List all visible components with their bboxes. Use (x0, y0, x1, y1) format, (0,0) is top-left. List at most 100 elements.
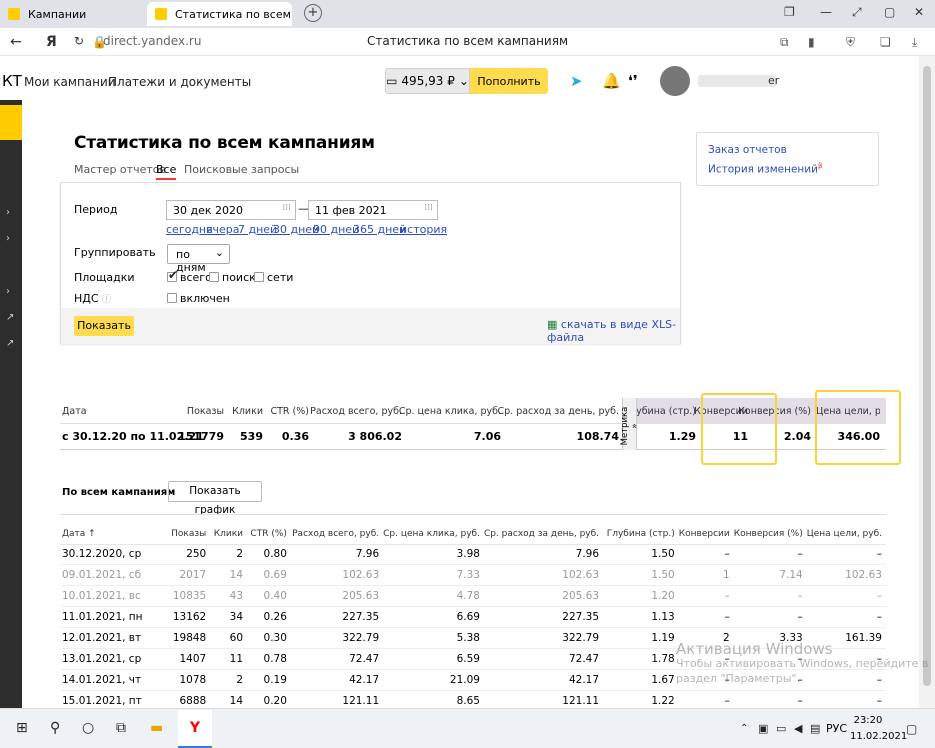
download-icon[interactable]: ⤓ (912, 35, 917, 50)
url-text[interactable]: direct.yandex.ru (103, 34, 201, 48)
balance-dropdown[interactable]: ▭ 495,93 ₽ ⌄ (385, 68, 470, 94)
platform-networks-checkbox[interactable] (254, 272, 264, 282)
tab-all[interactable]: Все (156, 163, 177, 180)
balance-amount: 495,93 ₽ (401, 74, 455, 88)
user-name-blurred[interactable] (698, 75, 776, 87)
change-history-link[interactable]: История измененийβ (708, 162, 822, 176)
table-row: 30.12.2020, ср 250 2 0.80 7.96 3.98 7.96 1.50– –… (60, 544, 886, 566)
summary-cost-total: 3 806.02 (348, 430, 402, 443)
direct-logo[interactable]: КТ (2, 72, 22, 90)
new-tab-button[interactable]: + (304, 4, 322, 22)
notifications-icon[interactable]: ▢ (906, 722, 917, 736)
col-ctr[interactable]: CTR (%) (247, 524, 291, 545)
close-window-icon[interactable]: ✕ (914, 5, 924, 19)
language-indicator[interactable]: РУС (826, 722, 847, 735)
range-yesterday-link[interactable]: вчера (206, 223, 239, 236)
browser-tab-campaigns[interactable]: Кампании (0, 2, 145, 26)
system-clock[interactable]: 23:20 11.02.2021 (850, 713, 907, 745)
table-cell: 1078 (156, 669, 211, 691)
search-icon[interactable]: ⚲ (50, 720, 60, 736)
topup-button[interactable]: Пополнить (470, 68, 548, 94)
send-arrow-icon[interactable]: ➤ (570, 72, 583, 90)
range-history-link[interactable]: история (400, 223, 447, 236)
vat-checkbox[interactable] (167, 293, 177, 303)
col-conversions[interactable]: Конверсии (678, 524, 734, 545)
volume-icon[interactable]: ◀ (794, 722, 802, 735)
network-icon[interactable]: ▭ (776, 722, 786, 735)
col-cost-total[interactable]: Расход всего, руб. (310, 406, 402, 417)
platform-search-checkbox[interactable] (209, 272, 219, 282)
user-name-suffix[interactable]: er (768, 74, 779, 87)
col-clicks[interactable]: Клики (232, 406, 263, 417)
tray-app-icon[interactable]: ▣ (758, 722, 768, 735)
yandex-browser-taskbar-icon[interactable]: Y (178, 710, 212, 748)
section-divider (60, 514, 886, 515)
back-arrow-icon[interactable]: ← (10, 34, 22, 50)
scrollbar-thumb[interactable] (923, 66, 931, 686)
chevron-up-icon[interactable]: ⌃ (740, 723, 748, 734)
col-avg-daily-cost[interactable]: Ср. расход за день, руб. (483, 524, 604, 545)
col-depth[interactable]: Глубина (стр.) (603, 524, 679, 545)
show-graph-button[interactable]: Показать график (168, 481, 262, 516)
col-date[interactable]: Дата (62, 406, 87, 417)
chat-bubbles-icon[interactable]: ❛❜ (628, 72, 638, 90)
col-ctr[interactable]: CTR (%) (271, 406, 310, 417)
download-xls-link[interactable]: ▦ скачать в виде XLS-файла (547, 318, 680, 344)
protect-shield-icon[interactable]: ⛨ (846, 35, 855, 50)
metrika-toggle[interactable]: Метрика » (620, 398, 640, 450)
minimize-window-icon[interactable]: — (820, 5, 832, 19)
restore-window-icon[interactable]: ⤢ (852, 5, 862, 20)
chevron-right-icon[interactable]: › (6, 207, 10, 218)
bookmarks-panel-icon[interactable]: ❐ (784, 5, 795, 19)
range-365days-link[interactable]: 365 дней (353, 223, 406, 236)
external-link-icon[interactable]: ↗ (6, 312, 14, 323)
tab-search-queries[interactable]: Поисковые запросы (184, 163, 299, 176)
col-cost-total[interactable]: Расход всего, руб. (290, 524, 384, 545)
maximize-window-icon[interactable]: ▢ (884, 5, 895, 19)
col-avg-cpc[interactable]: Ср. цена клика, руб. (399, 406, 501, 417)
col-date[interactable]: Дата ↑ (60, 524, 157, 545)
table-cell: 72.47 (290, 648, 384, 670)
help-icon[interactable]: ⓘ (102, 295, 111, 305)
file-explorer-icon[interactable]: ▬ (150, 720, 163, 736)
calendar-icon[interactable]: ⁞⁞⁞ (282, 203, 291, 213)
col-goal-cost[interactable]: Цена цели, руб. (806, 524, 886, 545)
col-avg-cpc[interactable]: Ср. цена клика, руб. (383, 524, 484, 545)
table-cell: 1407 (156, 648, 211, 670)
external-link-icon[interactable]: ↗ (6, 338, 14, 349)
col-conversion-rate[interactable]: Конверсия (%) (733, 524, 807, 545)
col-impressions[interactable]: Показы (187, 406, 224, 417)
range-7days-link[interactable]: 7 дней (238, 223, 277, 236)
vertical-scrollbar[interactable] (919, 56, 935, 708)
chevron-right-icon[interactable]: › (6, 233, 10, 244)
calendar-icon[interactable]: ⁞⁞⁞ (424, 203, 433, 213)
col-impressions[interactable]: Показы (156, 524, 211, 545)
nav-my-campaigns[interactable]: Мои кампании (24, 75, 116, 89)
chevron-down-icon: ⌄ (214, 246, 224, 259)
notification-bell-icon[interactable]: 🔔 (602, 72, 621, 90)
platform-all-checkbox[interactable]: ✔ (167, 268, 178, 282)
bookmark-icon[interactable]: ▮ (808, 35, 815, 49)
user-avatar[interactable] (660, 66, 690, 96)
chevron-right-icon[interactable]: › (6, 286, 10, 297)
reload-icon[interactable]: ↻ (74, 34, 84, 48)
table-cell: – (678, 544, 734, 566)
keyboard-icon[interactable]: ▤ (810, 722, 820, 735)
nav-payments-documents[interactable]: Платежи и документы (108, 75, 251, 89)
tab-report-master[interactable]: Мастер отчетов (74, 163, 166, 176)
task-view-icon[interactable]: ⧉ (116, 720, 126, 736)
cortana-icon[interactable]: ○ (82, 720, 94, 736)
group-select[interactable]: по дням ⌄ (167, 244, 230, 274)
collections-icon[interactable]: ❏ (880, 35, 891, 49)
filter-panel: Период 30 дек 2020 ⁞⁞⁞ — 11 фев 2021 ⁞⁞⁞… (60, 182, 681, 344)
copy-link-icon[interactable]: ⧉ (780, 35, 789, 50)
col-clicks[interactable]: Клики (210, 524, 248, 545)
date-from-input[interactable]: 30 дек 2020 ⁞⁞⁞ (166, 200, 296, 220)
date-to-input[interactable]: 11 фев 2021 ⁞⁞⁞ (308, 200, 438, 220)
order-reports-link[interactable]: Заказ отчетов (708, 144, 787, 156)
windows-start-icon[interactable]: ⊞ (16, 720, 28, 736)
show-button[interactable]: Показать (74, 316, 134, 336)
browser-tab-statistics[interactable]: Статистика по всем ка ✕ (147, 2, 292, 26)
col-avg-daily-cost[interactable]: Ср. расход за день, руб. (498, 406, 620, 417)
yandex-button[interactable]: Я (46, 34, 57, 50)
